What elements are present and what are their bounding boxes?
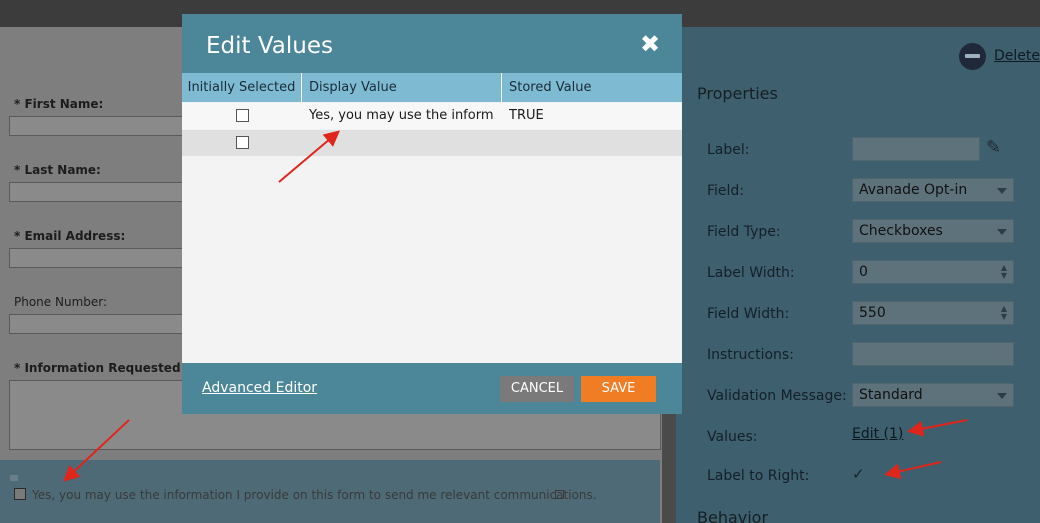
edit-values-modal: Edit Values ✖ Initially Selected Display… <box>182 14 682 414</box>
close-icon[interactable]: ✖ <box>640 32 660 56</box>
delete-icon[interactable] <box>959 43 986 70</box>
field-width-value: 550 <box>859 305 886 321</box>
label-width-stepper[interactable]: 0 ▲ ▼ <box>852 260 1014 284</box>
properties-title: Properties <box>697 84 778 103</box>
optin-checkbox[interactable] <box>14 488 26 500</box>
phone-label: Phone Number: <box>14 295 108 309</box>
grid-header: Initially Selected Display Value Stored … <box>182 73 682 102</box>
row-handle-icon <box>10 475 18 481</box>
field-prop-label: Field: <box>707 183 745 199</box>
delete-link[interactable]: Delete <box>994 48 1040 64</box>
column-header-display-value[interactable]: Display Value <box>302 73 502 102</box>
validation-select[interactable]: Standard <box>852 383 1014 407</box>
field-width-prop-label: Field Width: <box>707 306 790 322</box>
values-prop-label: Values: <box>707 429 758 445</box>
first-name-label: * First Name: <box>14 97 104 111</box>
label-right-prop-label: Label to Right: <box>707 468 810 484</box>
advanced-editor-link[interactable]: Advanced Editor <box>202 380 317 396</box>
row-corner-icon <box>555 490 564 499</box>
validation-value: Standard <box>859 387 923 403</box>
label-prop-label: Label: <box>707 142 750 158</box>
edit-values-link[interactable]: Edit (1) <box>852 426 903 442</box>
last-name-label: * Last Name: <box>14 163 101 177</box>
label-prop-input[interactable] <box>852 137 980 161</box>
initially-selected-checkbox[interactable] <box>236 109 249 122</box>
cancel-button[interactable]: CANCEL <box>500 376 574 402</box>
chevron-down-icon <box>997 393 1007 399</box>
validation-prop-label: Validation Message: <box>707 388 847 404</box>
table-row[interactable] <box>182 130 682 156</box>
table-row[interactable]: Yes, you may use the inform... TRUE <box>182 103 682 129</box>
modal-footer: Advanced Editor CANCEL SAVE <box>182 363 682 414</box>
field-type-value: Checkboxes <box>859 223 943 239</box>
column-header-stored-value[interactable]: Stored Value <box>502 73 682 102</box>
label-width-value: 0 <box>859 264 868 280</box>
stored-value-cell[interactable]: TRUE <box>509 108 675 123</box>
instructions-input[interactable] <box>852 342 1014 366</box>
chevron-down-icon <box>997 188 1007 194</box>
spinner-arrows-icon[interactable]: ▲ ▼ <box>1001 264 1007 280</box>
optin-checkbox-label: Yes, you may use the information I provi… <box>32 488 597 502</box>
spinner-arrows-icon[interactable]: ▲ ▼ <box>1001 305 1007 321</box>
field-select[interactable]: Avanade Opt-in <box>852 178 1014 202</box>
label-right-checkbox[interactable]: ✓ <box>852 465 865 483</box>
field-width-stepper[interactable]: 550 ▲ ▼ <box>852 301 1014 325</box>
pencil-icon[interactable]: ✎ <box>986 137 1001 158</box>
field-select-value: Avanade Opt-in <box>859 182 968 198</box>
email-label: * Email Address: <box>14 229 126 243</box>
save-button[interactable]: SAVE <box>581 376 656 402</box>
values-grid: Initially Selected Display Value Stored … <box>182 73 682 363</box>
behavior-title: Behavior <box>697 508 769 523</box>
modal-title: Edit Values <box>206 33 333 59</box>
field-type-select[interactable]: Checkboxes <box>852 219 1014 243</box>
display-value-cell[interactable]: Yes, you may use the inform... <box>309 108 495 123</box>
instructions-prop-label: Instructions: <box>707 347 794 363</box>
chevron-down-icon <box>997 229 1007 235</box>
field-type-prop-label: Field Type: <box>707 224 781 240</box>
label-width-prop-label: Label Width: <box>707 265 795 281</box>
initially-selected-checkbox[interactable] <box>236 136 249 149</box>
column-header-initially-selected[interactable]: Initially Selected <box>182 73 302 102</box>
